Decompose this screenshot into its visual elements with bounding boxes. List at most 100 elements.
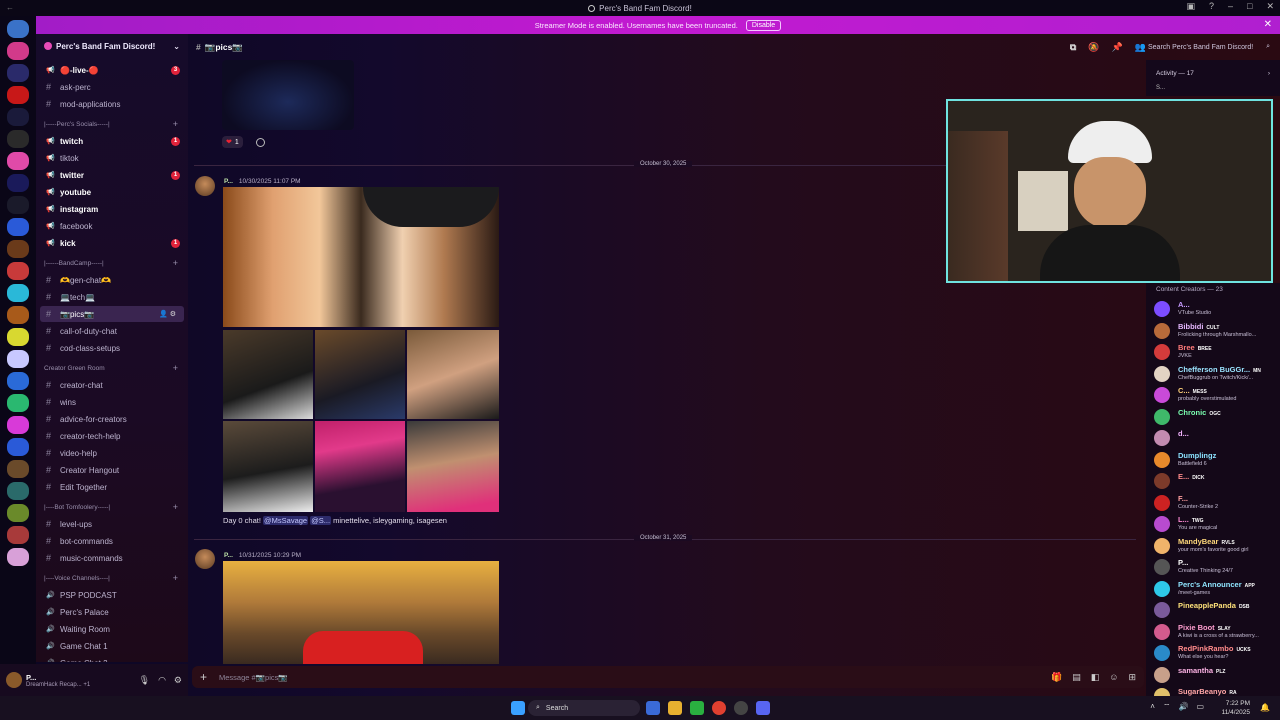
notification-icon[interactable]: 🔔: [1260, 703, 1270, 712]
member-item[interactable]: E... DICK: [1152, 471, 1278, 491]
emoji-icon[interactable]: ☺: [1109, 672, 1118, 683]
close-window-button[interactable]: ✕: [1266, 1, 1274, 12]
network-icon[interactable]: ⌔: [1163, 702, 1171, 712]
server-icon[interactable]: [7, 372, 29, 390]
gif-icon[interactable]: ▤: [1072, 672, 1081, 683]
channel-item[interactable]: # video-help: [36, 445, 188, 461]
image-attachment-mario[interactable]: [223, 561, 499, 664]
channel-category[interactable]: Creator Green Room +: [36, 362, 188, 374]
activity-label[interactable]: Activity — 17: [1156, 70, 1194, 77]
taskbar-app-icon[interactable]: [734, 701, 748, 715]
taskbar-search[interactable]: ⌕ Search: [528, 700, 640, 716]
headphones-icon[interactable]: ◠: [158, 675, 166, 686]
disable-streamer-mode-button[interactable]: Disable: [745, 19, 782, 31]
notification-bell-icon[interactable]: 🔕: [1088, 42, 1099, 53]
battery-icon[interactable]: ▭: [1196, 702, 1204, 712]
channel-item[interactable]: # wins: [36, 394, 188, 410]
server-icon[interactable]: [7, 42, 29, 60]
apps-icon[interactable]: ⊞: [1128, 672, 1136, 683]
channel-item[interactable]: 🔊 Perc's Palace: [36, 604, 188, 620]
member-item[interactable]: PineapplePanda DSB: [1152, 600, 1278, 620]
member-item[interactable]: samantha PLZ: [1152, 665, 1278, 685]
microphone-icon[interactable]: 🎙: [139, 675, 150, 686]
chrome-icon[interactable]: [712, 701, 726, 715]
channel-item[interactable]: # mod-applications: [36, 96, 188, 112]
image-attachment-6[interactable]: [315, 421, 405, 512]
member-item[interactable]: Bree BREE JVKE: [1152, 342, 1278, 362]
channel-item[interactable]: 📢 tiktok: [36, 150, 188, 166]
server-icon[interactable]: [7, 218, 29, 236]
chevron-up-icon[interactable]: ˄: [1150, 702, 1155, 712]
member-item[interactable]: Chronic OGC: [1152, 407, 1278, 427]
server-icon[interactable]: [7, 438, 29, 456]
channel-item[interactable]: # call-of-duty-chat: [36, 323, 188, 339]
server-icon[interactable]: [7, 416, 29, 434]
gear-icon[interactable]: ⚙: [174, 675, 182, 686]
server-icon[interactable]: [7, 130, 29, 148]
add-channel-icon[interactable]: +: [173, 258, 178, 268]
member-item[interactable]: SugarBeanyo RA: [1152, 686, 1278, 696]
channel-item[interactable]: 🔊Game Chat 2: [36, 655, 188, 663]
user-info[interactable]: P... DreamHack Recap... +1: [26, 673, 90, 688]
channel-item[interactable]: 📢 🔴-live-🔴 3: [36, 62, 188, 78]
discord-taskbar-icon[interactable]: [756, 701, 770, 715]
channel-item[interactable]: # advice-for-creators: [36, 411, 188, 427]
channel-category[interactable]: |------BandCamp-----| +: [36, 257, 188, 269]
member-item[interactable]: Pixie Boot SLAY A kiwi is a cross of a str…: [1152, 622, 1278, 642]
member-item[interactable]: RedPinkRambo UCKS What else you hear?: [1152, 643, 1278, 663]
server-icon[interactable]: [7, 328, 29, 346]
add-attachment-icon[interactable]: +: [200, 670, 207, 684]
message-avatar[interactable]: [195, 176, 215, 196]
server-icon[interactable]: [7, 108, 29, 126]
member-item[interactable]: Chefferson BuGGr... MN ChefBuggrub on Twit…: [1152, 364, 1278, 384]
heart-reaction[interactable]: ❤ 1: [222, 136, 243, 148]
mention-tag[interactable]: @S...: [310, 516, 332, 525]
channel-category[interactable]: |-----Perc's Socials-----| +: [36, 118, 188, 130]
server-icon[interactable]: [7, 196, 29, 214]
pin-icon[interactable]: 📌: [1112, 42, 1123, 53]
channel-item[interactable]: # Edit Together: [36, 479, 188, 495]
message-avatar[interactable]: [195, 549, 215, 569]
image-attachment-3[interactable]: [315, 330, 405, 419]
server-icon[interactable]: [7, 284, 29, 302]
server-icon[interactable]: [7, 86, 29, 104]
image-attachment-2[interactable]: [223, 330, 313, 419]
channel-item[interactable]: 🔊 Game Chat 1: [36, 638, 188, 654]
gift-icon[interactable]: 🎁: [1051, 672, 1062, 683]
channel-category[interactable]: |----Bot Tomfoolery-----| +: [36, 501, 188, 513]
server-icon[interactable]: [7, 262, 29, 280]
member-item[interactable]: A... VTube Studio: [1152, 299, 1278, 319]
server-icon[interactable]: [7, 394, 29, 412]
server-icon[interactable]: [7, 504, 29, 522]
server-icon[interactable]: [7, 526, 29, 544]
server-icon[interactable]: [7, 482, 29, 500]
channel-item[interactable]: 📢 facebook: [36, 218, 188, 234]
server-icon[interactable]: [7, 306, 29, 324]
back-arrow-icon[interactable]: ←: [6, 3, 14, 12]
member-item[interactable]: F... Counter-Strike 2: [1152, 493, 1278, 513]
windows-start-icon[interactable]: [511, 701, 525, 715]
member-item[interactable]: P... Creative Thinking 24/7: [1152, 557, 1278, 577]
add-channel-icon[interactable]: +: [173, 363, 178, 373]
help-icon[interactable]: ?: [1209, 1, 1214, 12]
image-attachment-4[interactable]: [407, 330, 499, 419]
sticker-icon[interactable]: ◧: [1091, 672, 1100, 683]
server-icon[interactable]: [7, 64, 29, 82]
minimize-button[interactable]: –: [1228, 1, 1233, 12]
server-icon[interactable]: [7, 548, 29, 566]
message-author[interactable]: P...: [224, 552, 233, 559]
channel-item[interactable]: 🔊 PSP PODCAST: [36, 587, 188, 603]
channel-item[interactable]: # level-ups: [36, 516, 188, 532]
channel-item[interactable]: # 🫶gen-chat🫶: [36, 272, 188, 288]
server-icon[interactable]: [7, 20, 29, 38]
channel-item[interactable]: # cod-class-setups: [36, 340, 188, 356]
channel-item[interactable]: # ask-perc: [36, 79, 188, 95]
previous-image-attachment[interactable]: [222, 60, 354, 130]
file-explorer-icon[interactable]: [668, 701, 682, 715]
channel-category[interactable]: |----Voice Channels----| +: [36, 572, 188, 584]
channel-item[interactable]: # creator-chat: [36, 377, 188, 393]
channel-item[interactable]: # creator-tech-help: [36, 428, 188, 444]
channel-item[interactable]: 🔊 Waiting Room: [36, 621, 188, 637]
server-header[interactable]: Perc's Band Fam Discord! ⌄: [36, 34, 188, 58]
member-item[interactable]: Dumplingz Battlefield 6: [1152, 450, 1278, 470]
